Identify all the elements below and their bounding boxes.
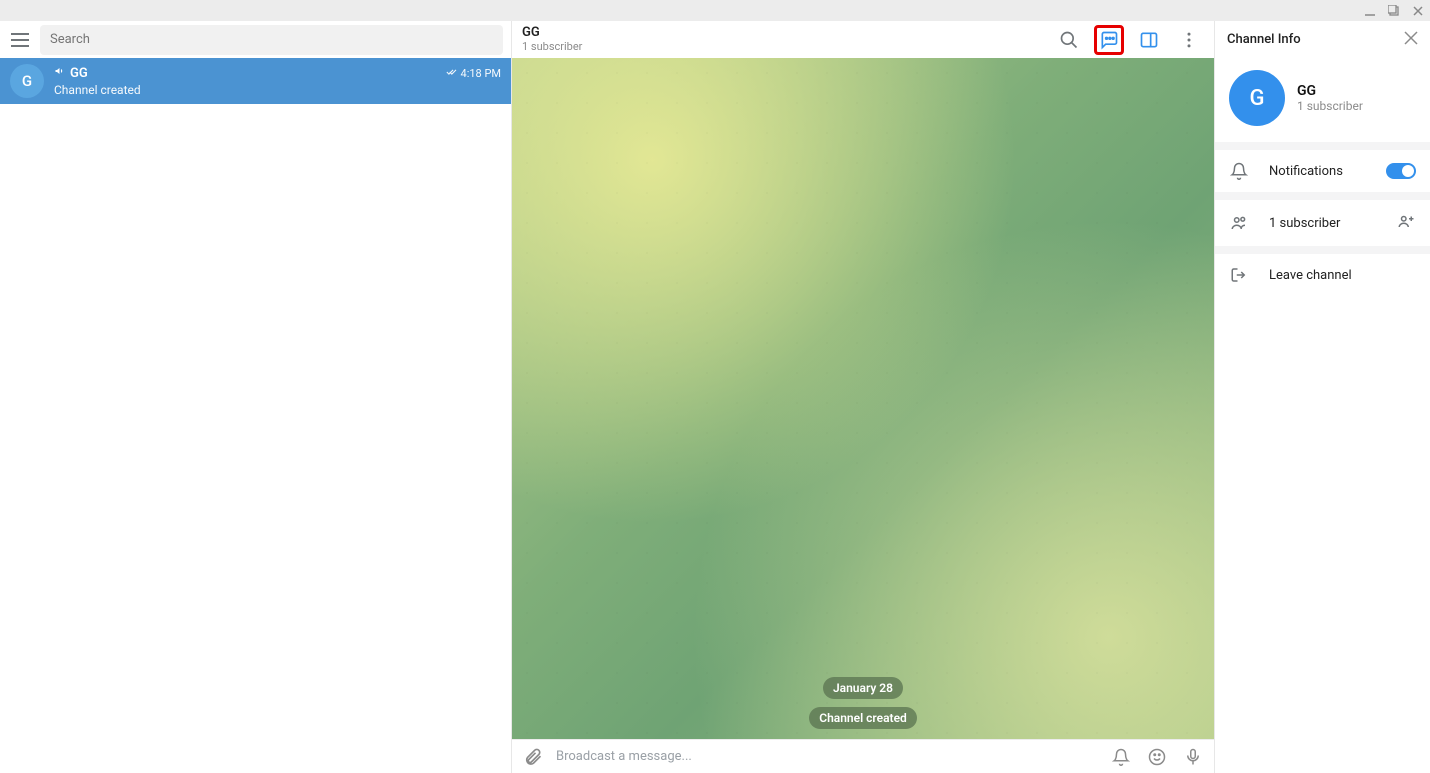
chat-subtitle-label: 1 subscriber <box>522 41 1054 54</box>
window-close-icon[interactable] <box>1412 5 1424 17</box>
date-separator: January 28 <box>823 677 903 699</box>
chat-title-label: GG <box>522 26 1054 41</box>
bell-icon[interactable] <box>1110 748 1132 766</box>
notifications-row[interactable]: Notifications <box>1215 150 1430 192</box>
search-input[interactable] <box>40 25 503 55</box>
notifications-toggle[interactable] <box>1386 163 1416 179</box>
subscribers-count-label: 1 subscriber <box>1269 216 1376 231</box>
window-titlebar <box>0 0 1430 21</box>
emoji-icon[interactable] <box>1146 748 1168 766</box>
people-icon <box>1229 214 1249 232</box>
close-panel-icon[interactable] <box>1404 31 1418 49</box>
window-maximize-icon[interactable] <box>1388 5 1400 17</box>
divider <box>1215 142 1430 150</box>
attach-icon[interactable] <box>522 747 544 767</box>
more-icon[interactable] <box>1174 25 1204 55</box>
chat-name-label: GG <box>70 66 88 81</box>
channel-subscribers-label: 1 subscriber <box>1297 99 1363 113</box>
channel-info-panel: Channel Info G GG 1 subscriber Notificat… <box>1215 21 1430 773</box>
message-composer <box>512 739 1214 773</box>
chat-time-label: 4:18 PM <box>461 67 501 80</box>
side-panel-icon[interactable] <box>1134 25 1164 55</box>
notifications-label: Notifications <box>1269 164 1366 179</box>
avatar: G <box>10 64 44 98</box>
megaphone-icon <box>54 65 66 81</box>
chat-preview-label: Channel created <box>54 83 501 97</box>
search-in-chat-icon[interactable] <box>1054 25 1084 55</box>
chat-list-sidebar: G GG 4:18 PM Channel created <box>0 21 511 773</box>
chat-header-title[interactable]: GG 1 subscriber <box>522 26 1054 54</box>
service-message: Channel created <box>809 707 917 729</box>
panel-title: Channel Info <box>1227 32 1301 47</box>
discussion-icon[interactable] <box>1094 25 1124 55</box>
leave-channel-row[interactable]: Leave channel <box>1215 254 1430 296</box>
message-input[interactable] <box>556 749 1098 764</box>
leave-channel-label: Leave channel <box>1269 268 1416 283</box>
menu-icon[interactable] <box>8 28 32 52</box>
chat-list-item[interactable]: G GG 4:18 PM Channel created <box>0 58 511 104</box>
microphone-icon[interactable] <box>1182 748 1204 766</box>
divider <box>1215 192 1430 200</box>
subscribers-row[interactable]: 1 subscriber <box>1215 200 1430 246</box>
chat-background: January 28 Channel created <box>512 58 1214 739</box>
bell-outline-icon <box>1229 162 1249 180</box>
channel-avatar: G <box>1229 70 1285 126</box>
chat-area: GG 1 subscriber January 28 <box>511 21 1215 773</box>
channel-profile[interactable]: G GG 1 subscriber <box>1215 58 1430 142</box>
leave-icon <box>1229 266 1249 284</box>
add-subscriber-icon[interactable] <box>1396 212 1416 234</box>
search-field[interactable] <box>50 32 493 47</box>
window-minimize-icon[interactable] <box>1364 5 1376 17</box>
read-check-icon <box>444 67 458 80</box>
divider <box>1215 246 1430 254</box>
channel-name-label: GG <box>1297 83 1363 99</box>
chat-header: GG 1 subscriber <box>512 21 1214 58</box>
